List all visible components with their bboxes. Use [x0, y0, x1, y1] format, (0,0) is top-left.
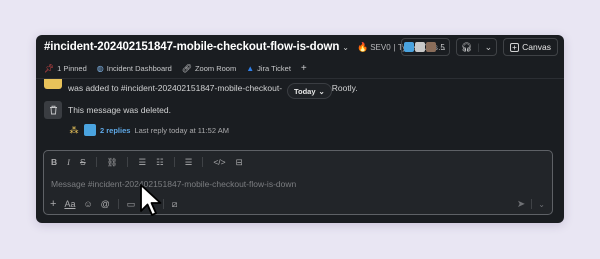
video-icon[interactable]: ▭ — [127, 199, 136, 210]
shortcuts-icon[interactable]: ⧄ — [172, 199, 178, 210]
avatar — [415, 42, 426, 52]
mouse-cursor-icon — [140, 184, 162, 216]
pin-icon: 📌︎ — [44, 64, 55, 73]
avatar — [84, 124, 96, 136]
thread-summary[interactable]: ⁂ 2 replies Last reply today at 11:52 AM — [68, 123, 229, 137]
fire-icon: 🔥 — [356, 41, 369, 52]
huddle-button[interactable]: 🎧︎ | ⌄ — [455, 38, 498, 56]
code-icon[interactable]: </> — [213, 157, 225, 167]
canvas-icon — [510, 42, 520, 52]
send-icon[interactable]: ➤ — [517, 199, 525, 210]
canvas-label: Canvas — [522, 42, 551, 52]
link-icon: 🔗︎ — [181, 64, 192, 73]
divider — [202, 157, 204, 167]
strikethrough-icon[interactable]: S — [80, 157, 86, 167]
avatar — [426, 42, 437, 52]
message-text-part: was added to #incident-202402151847-mobi… — [68, 83, 283, 93]
header-actions: 5 🎧︎ | ⌄ Canvas — [401, 38, 558, 56]
list-item: This message was deleted. ⁂ 2 replies La… — [44, 101, 564, 136]
bookmark-pinned[interactable]: 📌︎ 1 Pinned — [44, 64, 87, 73]
member-count: 5 — [440, 42, 445, 52]
ordered-list-icon[interactable]: ☰ — [138, 157, 146, 168]
code-block-icon[interactable]: ⊟ — [236, 157, 243, 168]
message-list: was added to #incident-202402151847-mobi… — [36, 79, 564, 149]
bookmark-label: Zoom Room — [194, 64, 237, 73]
divider — [117, 199, 119, 209]
bookmark-label: Jira Ticket — [257, 64, 291, 73]
chevron-down-icon[interactable]: ⌄ — [485, 42, 493, 53]
divider — [95, 157, 97, 167]
canvas-button[interactable]: Canvas — [503, 38, 558, 56]
bookmark-label: Incident Dashboard — [106, 64, 172, 73]
thread-participants-icon: ⁂ — [69, 125, 79, 135]
plus-icon[interactable]: + — [50, 198, 56, 210]
chevron-down-icon[interactable]: ⌄ — [342, 43, 349, 52]
divider — [127, 157, 129, 167]
bookmarks-bar: 📌︎ 1 Pinned ◍ Incident Dashboard 🔗︎ Zoom… — [36, 59, 564, 79]
divider — [531, 199, 533, 209]
text-format-icon[interactable]: Aa — [64, 199, 75, 209]
divider: | — [477, 42, 480, 52]
globe-icon: ◍ — [96, 64, 104, 73]
bookmark-label: 1 Pinned — [57, 64, 87, 73]
slack-channel-window: #incident-202402151847-mobile-checkout-f… — [36, 35, 564, 223]
send-controls: ➤ ⌄ — [517, 197, 545, 211]
chevron-down-icon[interactable]: ⌄ — [538, 200, 545, 209]
jira-icon: ▲ — [246, 64, 255, 73]
list-item: was added to #incident-202402151847-mobi… — [44, 79, 564, 101]
emoji-icon[interactable]: ☺ — [83, 199, 92, 209]
avatar[interactable] — [44, 79, 62, 89]
formatting-toolbar: B I S ⛓︎ ☰ ☷ ☰ </> ⊟ — [51, 154, 243, 170]
headphones-icon: 🎧︎ — [460, 41, 473, 52]
members-button[interactable]: 5 — [401, 38, 450, 56]
trash-icon — [44, 101, 62, 119]
bookmark-jira-ticket[interactable]: ▲ Jira Ticket — [246, 64, 291, 73]
thread-replies-link[interactable]: 2 replies — [100, 126, 130, 135]
topic-severity: SEV0 — [370, 42, 391, 52]
bookmark-zoom-room[interactable]: 🔗︎ Zoom Room — [182, 64, 236, 73]
thread-last-reply: Last reply today at 11:52 AM — [134, 125, 229, 135]
bookmark-incident-dashboard[interactable]: ◍ Incident Dashboard — [97, 64, 172, 73]
bold-icon[interactable]: B — [51, 157, 57, 167]
divider — [173, 157, 175, 167]
date-label: Today — [294, 86, 316, 96]
message-composer[interactable]: B I S ⛓︎ ☰ ☷ ☰ </> ⊟ Message #incident-2… — [43, 150, 553, 215]
channel-name[interactable]: #incident-202402151847-mobile-checkout-f… — [44, 41, 339, 53]
mention-icon[interactable]: @ — [101, 199, 110, 209]
bulleted-list-icon[interactable]: ☷ — [156, 157, 164, 168]
chevron-down-icon: ⌄ — [318, 86, 325, 96]
blockquote-icon[interactable]: ☰ — [185, 157, 193, 168]
link-icon[interactable]: ⛓︎ — [107, 157, 118, 168]
date-divider-pill[interactable]: Today ⌄ — [287, 83, 332, 99]
italic-icon[interactable]: I — [67, 157, 70, 167]
avatar — [404, 42, 415, 52]
deleted-message-text: This message was deleted. — [68, 105, 171, 115]
message-input[interactable]: Message #incident-202402151847-mobile-ch… — [51, 179, 296, 189]
channel-header: #incident-202402151847-mobile-checkout-f… — [36, 35, 564, 59]
add-bookmark-button[interactable]: + — [301, 63, 307, 74]
